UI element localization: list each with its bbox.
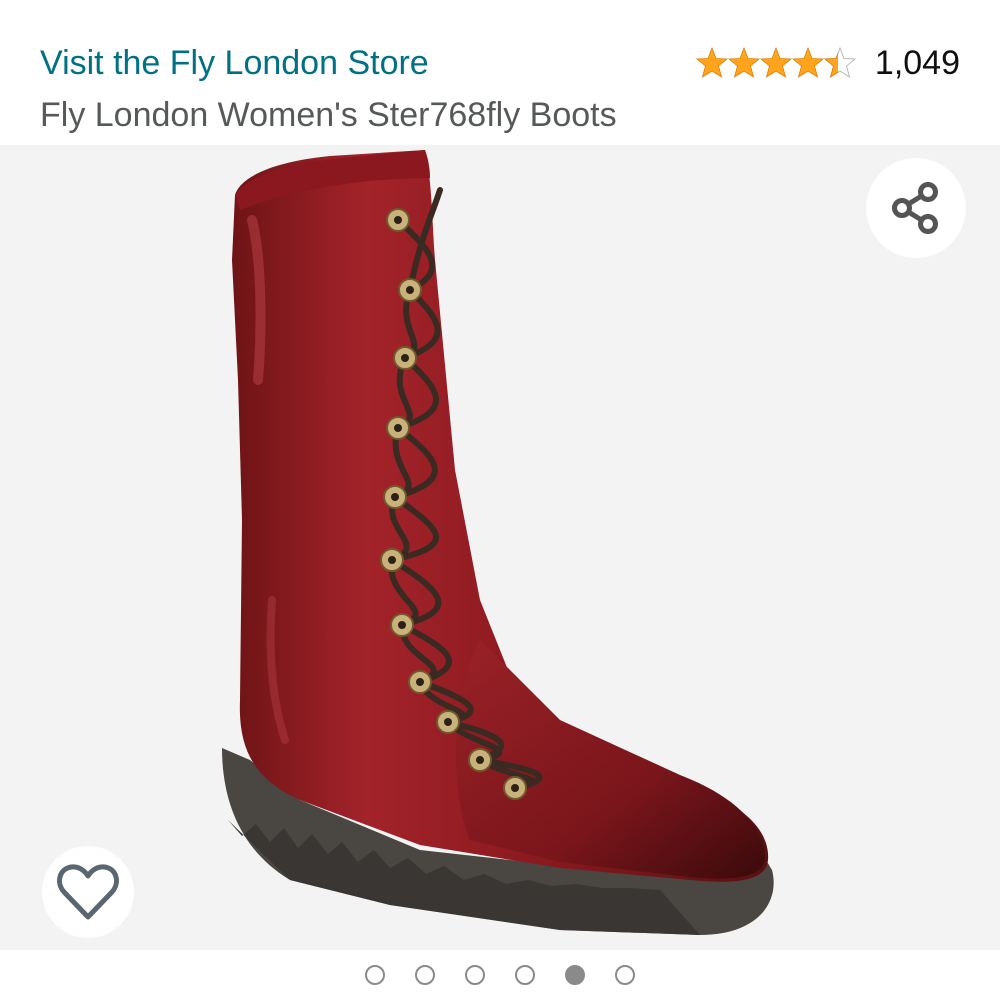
product-image-gallery[interactable] (0, 145, 1000, 950)
product-header: Visit the Fly London Store Fly London Wo… (0, 0, 1000, 145)
pagination-dot-3[interactable] (465, 965, 485, 985)
product-title: Fly London Women's Ster768fly Boots (40, 96, 617, 134)
pagination-dot-1[interactable] (365, 965, 385, 985)
share-icon (892, 182, 938, 234)
rating-count[interactable]: 1,049 (875, 44, 960, 83)
product-image[interactable] (0, 145, 1000, 950)
wishlist-button[interactable] (42, 846, 134, 938)
share-button[interactable] (866, 158, 966, 258)
pagination-dot-6[interactable] (615, 965, 635, 985)
pagination-dot-5[interactable] (565, 965, 585, 985)
store-link[interactable]: Visit the Fly London Store (40, 44, 429, 83)
heart-outline-icon (57, 864, 119, 920)
pagination-dot-4[interactable] (515, 965, 535, 985)
pagination-dot-2[interactable] (415, 965, 435, 985)
rating-summary[interactable]: 1,049 (695, 44, 960, 83)
star-rating-icon (695, 46, 861, 82)
image-pagination[interactable] (0, 950, 1000, 1000)
